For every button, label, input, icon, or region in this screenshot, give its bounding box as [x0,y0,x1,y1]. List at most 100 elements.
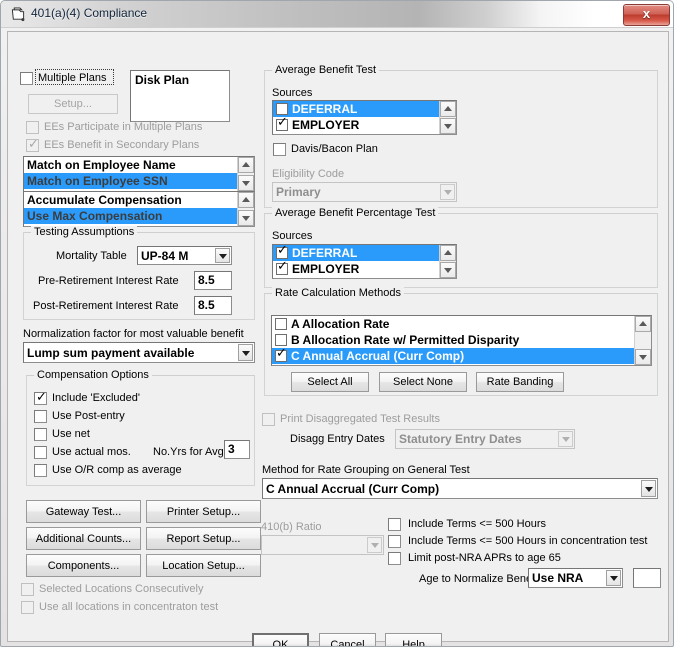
post-retirement-rate-input[interactable]: 8.5 [194,296,232,315]
abpt-sources-listbox[interactable]: ✓ DEFERRAL ✓ EMPLOYER [272,244,457,279]
report-setup-button[interactable]: Report Setup... [146,527,261,550]
limit-post-nra-checkbox[interactable] [388,552,401,565]
use-net-checkbox[interactable] [34,428,47,441]
pre-retirement-rate-input[interactable]: 8.5 [194,271,232,290]
include-excluded-checkbox[interactable]: ✓ [34,391,47,405]
window-title: 401(a)(4) Compliance [31,6,148,20]
rate-banding-button[interactable]: Rate Banding [476,372,564,392]
compensation-listbox[interactable]: Accumulate Compensation Use Max Compensa… [23,191,255,227]
select-all-button[interactable]: Select All [291,372,369,392]
scroll-up-icon[interactable] [440,245,456,261]
rate-methods-listbox[interactable]: A Allocation Rate B Allocation Rate w/ P… [271,315,652,366]
select-none-button[interactable]: Select None [379,372,467,392]
chevron-down-icon[interactable] [440,184,455,200]
ees-participate-checkbox[interactable] [26,121,39,134]
selected-locations-checkbox[interactable] [21,583,34,596]
age-normalize-combo[interactable]: Use NRA [528,568,623,588]
match-listbox[interactable]: Match on Employee Name Match on Employee… [23,156,255,192]
post-retirement-rate-label: Post-Retirement Interest Rate [33,300,179,312]
chevron-down-icon[interactable] [606,570,621,586]
list-item[interactable]: DEFERRAL [273,101,439,117]
rate-grouping-combo[interactable]: C Annual Accrual (Curr Comp) [262,478,658,499]
list-item[interactable]: A Allocation Rate [272,316,634,332]
scroll-up-icon[interactable] [238,192,254,208]
check-icon: ✓ [277,245,288,258]
include-terms-500-concentration-label: Include Terms <= 500 Hours in concentrat… [408,535,648,547]
setup-button[interactable]: Setup... [28,94,118,114]
chevron-down-icon[interactable] [558,431,573,447]
limit-post-nra-label: Limit post-NRA APRs to age 65 [408,552,561,564]
list-item-label: DEFERRAL [292,102,358,116]
list-item[interactable]: ✓ EMPLOYER [273,260,439,277]
noyrs-for-avg-input[interactable]: 3 [224,440,250,459]
list-checkbox[interactable]: ✓ [276,260,288,275]
use-post-entry-label: Use Post-entry [52,410,125,422]
chevron-down-icon[interactable] [641,480,656,497]
abt-sources-scrollbar[interactable] [439,101,456,134]
davis-bacon-checkbox[interactable] [273,143,286,156]
scroll-down-icon[interactable] [238,175,254,191]
chevron-down-icon[interactable] [215,248,230,263]
scroll-down-icon[interactable] [238,210,254,226]
list-item[interactable]: B Allocation Rate w/ Permitted Disparity [272,332,634,348]
list-checkbox[interactable] [276,102,288,115]
mortality-table-combo[interactable]: UP-84 M [137,246,232,265]
rate-grouping-label: Method for Rate Grouping on General Test [262,464,470,476]
use-actual-mos-checkbox[interactable] [34,446,47,459]
use-post-entry-checkbox[interactable] [34,410,47,423]
use-all-locations-label: Use all locations in concentraton test [39,601,219,613]
scroll-down-icon[interactable] [635,349,651,365]
components-button[interactable]: Components... [26,554,141,577]
normalization-combo[interactable]: Lump sum payment available [23,342,255,363]
scroll-up-icon[interactable] [635,316,651,332]
list-checkbox[interactable] [275,317,287,330]
chevron-down-icon[interactable] [238,344,253,361]
list-item[interactable]: Accumulate Compensation [24,192,237,208]
additional-counts-button[interactable]: Additional Counts... [26,527,141,550]
close-button[interactable]: x [623,4,670,26]
mortality-table-value: UP-84 M [141,249,189,263]
disagg-entry-dates-combo[interactable]: Statutory Entry Dates [395,429,575,449]
include-terms-500-concentration-checkbox[interactable] [388,535,401,548]
list-item[interactable]: ✓ C Annual Accrual (Curr Comp) [272,347,634,364]
scroll-down-icon[interactable] [440,118,456,134]
dialog-client-area: Multiple Plans Setup... EEs Participate … [7,31,669,646]
eligibility-code-combo[interactable]: Primary [272,182,457,202]
ees-benefit-checkbox[interactable]: ✓ [26,138,39,152]
rate-methods-scrollbar[interactable] [634,316,651,365]
match-listbox-scrollbar[interactable] [237,157,254,191]
cancel-button[interactable]: Cancel [319,633,376,646]
close-icon: x [642,6,651,21]
rate-calculation-methods-title: Rate Calculation Methods [272,287,404,299]
list-item[interactable]: ✓ EMPLOYER [273,116,439,133]
abpt-sources-scrollbar[interactable] [439,245,456,278]
gateway-test-button[interactable]: Gateway Test... [26,500,141,523]
list-item-label: EMPLOYER [292,118,360,132]
abt-sources-listbox[interactable]: DEFERRAL ✓ EMPLOYER [272,100,457,135]
list-item[interactable]: Use Max Compensation [24,208,237,224]
list-item[interactable]: Match on Employee Name [24,157,237,173]
list-checkbox[interactable]: ✓ [276,245,288,259]
chevron-down-icon[interactable] [367,537,382,553]
list-item[interactable]: ✓ DEFERRAL [273,245,439,261]
list-checkbox[interactable] [275,333,287,346]
list-checkbox[interactable]: ✓ [275,347,287,362]
ok-button[interactable]: OK [252,633,309,646]
scroll-down-icon[interactable] [440,262,456,278]
testing-assumptions-title: Testing Assumptions [31,226,138,238]
scroll-up-icon[interactable] [238,157,254,173]
location-setup-button[interactable]: Location Setup... [146,554,261,577]
compensation-listbox-scrollbar[interactable] [237,192,254,226]
use-or-comp-checkbox[interactable] [34,464,47,477]
ratio-410b-combo[interactable] [261,535,384,555]
list-item[interactable]: Match on Employee SSN [24,173,237,189]
printer-setup-button[interactable]: Printer Setup... [146,500,261,523]
print-disaggregated-checkbox[interactable] [262,413,275,426]
age-normalize-extra-input[interactable] [633,568,661,588]
list-checkbox[interactable]: ✓ [276,116,288,131]
multiple-plans-checkbox[interactable] [20,72,33,85]
include-terms-500-checkbox[interactable] [388,518,401,531]
help-button[interactable]: Help [385,633,442,646]
scroll-up-icon[interactable] [440,101,456,117]
use-all-locations-checkbox[interactable] [21,601,34,614]
